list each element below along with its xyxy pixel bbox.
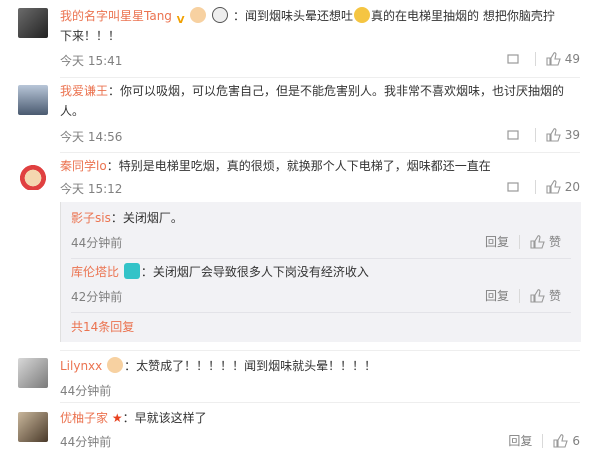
share-button[interactable] xyxy=(506,51,525,66)
thumbs-up-icon xyxy=(546,52,561,66)
comment-username[interactable]: 我的名字叫星星Tang xyxy=(60,9,172,23)
reply-time: 42分钟前 xyxy=(71,290,123,304)
reply-text: ：关闭烟厂。 xyxy=(110,211,183,225)
award-badge-icon xyxy=(190,7,207,23)
like-button[interactable]: 赞 xyxy=(530,287,561,304)
share-icon xyxy=(507,130,519,140)
comment-username[interactable]: 秦同学lo xyxy=(60,159,107,173)
thumbs-up-icon xyxy=(553,434,569,448)
badge-icon xyxy=(123,263,140,279)
comment-text: ：闻到烟味头晕还想吐 xyxy=(232,9,353,23)
comment-text: ：你可以吸烟，可以危害自己，但是不能危害别人。我非常不喜欢烟味，也讨厌抽烟的 xyxy=(108,84,565,98)
reply-button[interactable]: 回复 xyxy=(508,432,532,449)
like-button[interactable]: 赞 xyxy=(530,233,561,250)
comment-text: ：太赞成了！！！！！闻到烟味就头晕！！！！ xyxy=(124,359,377,373)
comment-text: ：早就该这样了 xyxy=(122,411,207,425)
like-count: 6 xyxy=(572,433,580,448)
like-count: 39 xyxy=(564,127,580,142)
award-badge-icon xyxy=(107,357,124,373)
thumbs-up-icon xyxy=(546,128,561,142)
like-button[interactable]: 39 xyxy=(546,127,580,142)
share-icon xyxy=(507,182,519,192)
like-button[interactable]: 49 xyxy=(546,51,580,66)
comment-username[interactable]: 优柚子家 xyxy=(60,411,108,425)
comment-text: ：特别是电梯里吃烟，真的很烦，就换那个人下电梯了，烟味都还一直在 xyxy=(106,159,491,173)
reply-username[interactable]: 库伦塔比 xyxy=(71,265,119,279)
replies-box: 影子sis：关闭烟厂。 44分钟前 回复 赞 库伦塔比 ：关闭烟厂会导致很多人下… xyxy=(60,202,581,342)
user-avatar[interactable] xyxy=(18,160,48,190)
comment-time: 44分钟前 xyxy=(60,435,112,449)
comment-time: 44分钟前 xyxy=(60,384,112,398)
like-count: 49 xyxy=(564,51,580,66)
thumbs-up-icon xyxy=(546,180,561,194)
user-avatar[interactable] xyxy=(18,8,48,38)
reply-username[interactable]: 影子sis xyxy=(71,211,111,225)
reply-item: 影子sis：关闭烟厂。 44分钟前 回复 赞 xyxy=(71,208,571,259)
like-button[interactable]: 20 xyxy=(546,179,580,194)
comment-text: 下来！！！ xyxy=(60,29,121,43)
comment-text: 真的在电梯里抽烟的 想把你脑壳拧 xyxy=(371,9,555,23)
comment-username[interactable]: 我爱谦王 xyxy=(60,84,108,98)
user-avatar[interactable] xyxy=(18,412,48,442)
panda-badge-icon xyxy=(212,7,229,23)
reply-text: ：关闭烟厂会导致很多人下岗没有经济收入 xyxy=(140,265,369,279)
share-icon xyxy=(507,54,519,64)
share-button[interactable] xyxy=(506,179,525,194)
comment-time: 今天 14:56 xyxy=(60,130,123,144)
reply-button[interactable]: 回复 xyxy=(485,287,509,304)
thumbs-up-icon xyxy=(530,235,545,249)
reply-time: 44分钟前 xyxy=(71,236,123,250)
reply-button[interactable]: 回复 xyxy=(485,233,509,250)
share-button[interactable] xyxy=(506,127,525,142)
user-avatar[interactable] xyxy=(18,358,48,388)
like-count: 20 xyxy=(564,179,580,194)
comment-time: 今天 15:12 xyxy=(60,182,123,196)
comment-time: 今天 15:41 xyxy=(60,54,123,68)
more-replies-link[interactable]: 共14条回复 xyxy=(71,318,571,335)
reply-item: 库伦塔比 ：关闭烟厂会导致很多人下岗没有经济收入 42分钟前 回复 赞 xyxy=(71,262,571,313)
like-button[interactable]: 6 xyxy=(553,433,580,448)
thumbs-up-icon xyxy=(530,289,545,303)
star-badge-icon: ★ xyxy=(111,411,123,425)
user-avatar[interactable] xyxy=(18,85,48,115)
crying-emoji-icon xyxy=(354,7,370,23)
comment-username[interactable]: Lilynxx xyxy=(60,359,102,373)
comment-text: 人。 xyxy=(60,104,85,118)
